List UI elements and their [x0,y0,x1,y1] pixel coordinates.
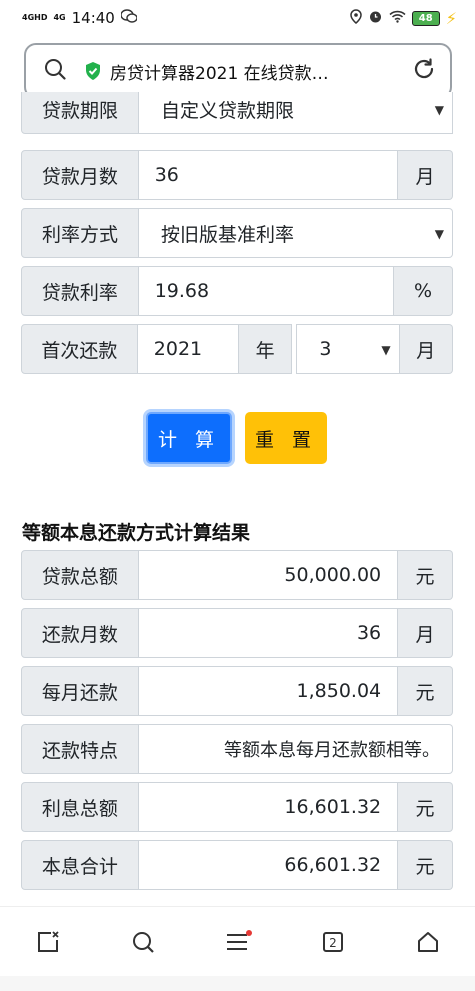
clock-time: 14:40 [71,9,115,27]
result-label: 每月还款 [21,666,139,716]
loan-months-row: 贷款月数 36 月 [21,150,453,200]
refresh-icon[interactable] [412,57,436,85]
result-row: 还款特点 等额本息每月还款额相等。 [21,724,453,774]
location-icon [350,8,362,28]
result-row: 利息总额 16,601.32 元 [21,782,453,832]
status-right: 48 ⚡ [350,9,457,28]
loan-term-label: 贷款期限 [21,92,139,134]
rate-method-label: 利率方式 [21,208,139,258]
result-value: 等额本息每月还款额相等。 [139,724,453,774]
loan-term-select[interactable]: 自定义贷款期限 ▼ [139,92,453,134]
loan-term-row: 贷款期限 自定义贷款期限 ▼ [21,92,453,134]
page-title[interactable]: 房贷计算器2021 在线贷款… [110,59,412,84]
charging-icon: ⚡ [445,8,457,28]
result-unit: 元 [398,666,453,716]
result-label: 还款特点 [21,724,139,774]
result-value: 1,850.04 [138,666,399,716]
rate-method-row: 利率方式 按旧版基准利率 ▼ [21,208,453,258]
shield-check-icon [84,61,102,81]
result-label: 本息合计 [21,840,139,890]
year-unit: 年 [238,324,293,374]
result-unit: 元 [398,782,453,832]
result-row: 贷款总额 50,000.00 元 [21,550,453,600]
loan-term-value: 自定义贷款期限 [161,99,295,122]
rate-method-select[interactable]: 按旧版基准利率 ▼ [139,208,453,258]
loan-months-input[interactable]: 36 [138,150,399,200]
chevron-down-icon: ▼ [434,103,444,117]
search-icon[interactable] [44,58,66,84]
status-bar: 4GHD 4G 14:40 48 ⚡ [0,0,475,36]
wechat-icon [120,9,138,27]
result-unit: 元 [398,550,453,600]
system-gesture-bar [0,976,475,991]
address-bar[interactable]: 房贷计算器2021 在线贷款… [24,43,452,99]
chevron-down-icon: ▼ [381,343,391,357]
signal-2-icon: 4G [53,13,66,22]
first-payment-label: 首次还款 [21,324,138,374]
month-unit: 月 [399,324,453,374]
signal-1-icon: 4GHD [22,13,48,22]
bottom-nav: 2 [0,906,475,976]
status-left: 4GHD 4G 14:40 [22,9,138,27]
result-value: 16,601.32 [138,782,399,832]
loan-rate-unit: % [394,266,453,316]
first-payment-month-value: 3 [319,338,332,360]
result-value: 50,000.00 [138,550,399,600]
loan-rate-input[interactable]: 19.68 [138,266,395,316]
loan-rate-label: 贷款利率 [21,266,139,316]
results-title: 等额本息还款方式计算结果 [22,522,251,544]
home-icon[interactable] [414,928,442,956]
result-unit: 元 [398,840,453,890]
menu-icon[interactable] [224,928,252,956]
result-label: 贷款总额 [21,550,139,600]
result-unit: 月 [398,608,453,658]
result-row: 本息合计 66,601.32 元 [21,840,453,890]
tabs-icon[interactable]: 2 [319,928,347,956]
loan-months-unit: 月 [398,150,453,200]
close-page-icon[interactable] [34,928,62,956]
search-nav-icon[interactable] [129,928,157,956]
wifi-icon [389,9,406,27]
calculate-button[interactable]: 计 算 [146,412,232,464]
result-row: 每月还款 1,850.04 元 [21,666,453,716]
result-label: 还款月数 [21,608,139,658]
first-payment-year-input[interactable]: 2021 [137,324,239,374]
result-value: 36 [138,608,399,658]
loan-months-label: 贷款月数 [21,150,139,200]
tabs-count: 2 [329,936,337,950]
first-payment-row: 首次还款 2021 年 3 ▼ 月 [21,324,453,374]
result-value: 66,601.32 [138,840,399,890]
battery-icon: 48 [411,10,440,26]
alarm-icon [368,9,383,28]
rate-method-value: 按旧版基准利率 [161,223,295,246]
chevron-down-icon: ▼ [434,227,444,241]
result-row: 还款月数 36 月 [21,608,453,658]
reset-button[interactable]: 重 置 [245,412,327,464]
loan-rate-row: 贷款利率 19.68 % [21,266,453,316]
first-payment-month-select[interactable]: 3 ▼ [296,324,400,374]
result-label: 利息总额 [21,782,139,832]
